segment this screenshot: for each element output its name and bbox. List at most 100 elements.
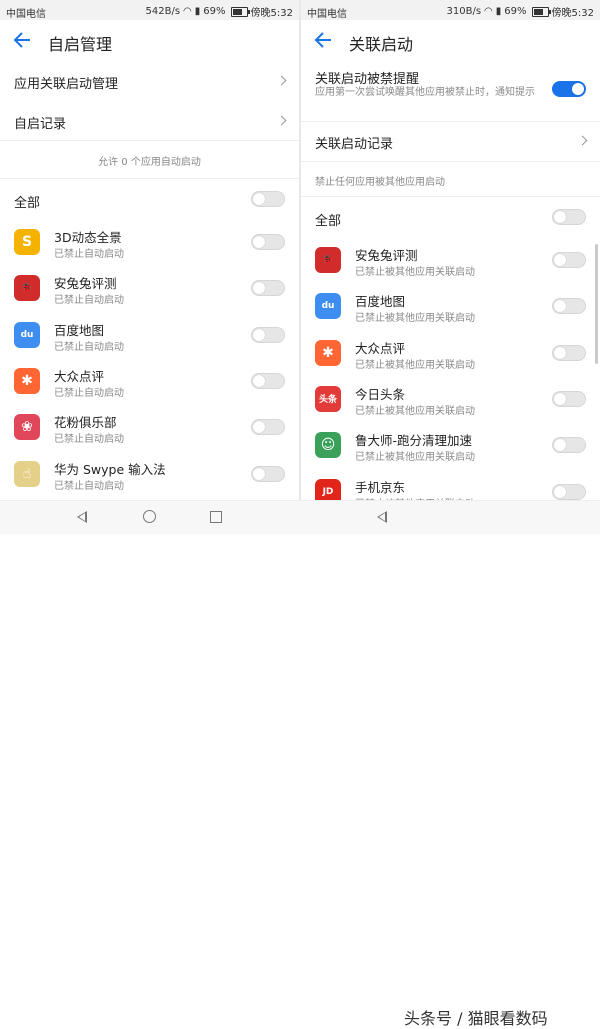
page-title: 自启管理 [48,35,113,54]
battery-icon [230,6,250,17]
ludashi-app-icon: ☺ [315,432,341,459]
autostart-screen: 中国电信 542B/s ◠ ▮ 69% 傍晚5:32 自启管理 应用关联启动管理… [0,0,299,500]
app-toggle[interactable] [552,298,586,315]
back-arrow-icon[interactable] [313,27,335,53]
signal-icon: ▮ [495,6,502,17]
app-status: 已禁止自动启动 [54,295,124,307]
watermark: 头条号 / 猫眼看数码 [404,1009,548,1028]
app-status: 已禁止被其他应用关联启动 [355,359,475,371]
launch-blocked-reminder-row: 关联启动被禁提醒 应用第一次尝试唤醒其他应用被禁止时，通知提示 [301,62,600,120]
associated-launch-screen: 中国电信 310B/s ◠ ▮ 69% 傍晚5:32 关联启动 关联启动被禁提醒… [301,0,600,500]
app-toggle[interactable] [552,344,586,361]
app-row: ☝ 华为 Swype 输入法已禁止自动启动 [0,451,299,497]
carrier-label: 中国电信 [307,9,347,20]
all-apps-toggle[interactable] [251,191,285,207]
antutu-app-icon: 🐞 [14,275,40,302]
app-row: 头条 今日头条已禁止被其他应用关联启动 [301,376,600,422]
status-time: 傍晚5:32 [551,8,594,19]
swype-app-icon: ☝ [14,460,40,487]
app-name: 今日头条 [355,386,406,402]
app-status: 已禁止被其他应用关联启动 [355,405,475,417]
chevron-right-icon [276,75,287,86]
app-row: 🐞 安兔兔评测已禁止自动启动 [0,265,299,311]
app-row: ✱ 大众点评已禁止被其他应用关联启动 [301,330,600,376]
block-all-info: 禁止任何应用被其他应用启动 [315,177,445,188]
baidu-map-app-icon: du [14,321,40,348]
app-toggle[interactable] [251,280,285,297]
app-toggle[interactable] [251,372,285,389]
status-bar: 中国电信 542B/s ◠ ▮ 69% 傍晚5:32 [0,0,299,20]
network-speed: 542B/s [145,6,181,17]
reminder-description: 应用第一次尝试唤醒其他应用被禁止时，通知提示 [315,87,535,98]
app-row: JD手机京东已禁止被其他应用关联启动 [301,469,600,500]
reminder-toggle[interactable] [552,81,586,97]
menu-item-autostart-records[interactable]: 自启记录 [0,101,299,139]
app-toggle[interactable] [251,465,285,482]
all-apps-toggle[interactable] [552,209,586,225]
title-bar: 自启管理 [0,20,299,62]
app-row: ❀ 花粉俱乐部 已禁止自动启动 [0,404,299,450]
dianping-app-icon: ✱ [14,367,40,394]
divider [0,140,299,141]
app-name: 百度地图 [54,322,105,338]
app-name: 鲁大师-跑分清理加速 [355,433,473,449]
app-toggle[interactable] [552,483,586,500]
app-toggle[interactable] [251,326,285,343]
dianping-app-icon: ✱ [315,339,341,366]
divider [301,196,600,197]
app-name: 手机京东 [355,479,406,495]
battery-percent: 69% [203,6,226,17]
app-status: 已禁止自动启动 [54,249,124,260]
app-row: S 3D动态全景 已禁止自动启动 [0,219,299,265]
huafen-club-app-icon: ❀ [14,414,40,441]
nav-back-icon[interactable] [377,511,387,523]
status-time: 傍晚5:32 [250,8,293,19]
app-name: 安兔兔评测 [355,248,418,263]
autostart-count-info: 允许 0 个应用自动启动 [98,157,201,168]
app-toggle[interactable] [552,252,586,268]
app-row: du 百度地图已禁止被其他应用关联启动 [301,283,600,329]
app-toggle[interactable] [251,419,285,436]
3d-panorama-app-icon: S [14,229,40,255]
chevron-right-icon [276,115,287,126]
chevron-right-icon [577,135,588,146]
nav-back-icon[interactable] [77,511,87,523]
signal-icon: ▮ [194,6,201,17]
app-row: du 百度地图 已禁止自动启动 [0,312,299,358]
scrollbar[interactable] [595,244,598,364]
menu-item-launch-records[interactable]: 关联启动记录 [301,122,600,160]
app-name: 安兔兔评测 [54,276,117,292]
nav-recents-icon[interactable] [210,511,222,523]
status-bar: 中国电信 310B/s ◠ ▮ 69% 傍晚5:32 [301,0,600,20]
app-toggle[interactable] [552,437,586,454]
baidu-map-app-icon: du [315,293,341,320]
app-status: 已禁止自动启动 [54,387,124,399]
back-arrow-icon[interactable] [12,27,34,53]
app-name: 花粉俱乐部 [54,415,117,431]
app-name: 百度地图 [355,294,406,310]
app-toggle[interactable] [552,390,586,407]
all-label: 全部 [14,196,41,211]
menu-item-associated-launch[interactable]: 应用关联启动管理 [0,62,299,100]
app-toggle[interactable] [251,234,285,250]
toutiao-app-icon: 头条 [315,385,341,412]
title-bar: 关联启动 [301,20,600,62]
wifi-icon: ◠ [484,6,493,17]
app-status: 已禁止被其他应用关联启动 [355,313,475,325]
page-title: 关联启动 [349,35,414,54]
app-row: 🐞 安兔兔评测 已禁止被其他应用关联启动 [301,237,600,283]
reminder-label: 关联启动被禁提醒 [315,72,420,87]
all-apps-row: 全部 [0,182,299,216]
nav-home-icon[interactable] [143,510,156,523]
all-apps-row: 全部 [301,200,600,234]
wifi-icon: ◠ [183,6,192,17]
divider [301,161,600,162]
navigation-bar: 头条号 / 猫眼看数码 [0,500,600,1028]
app-status: 已禁止被其他应用关联启动 [355,267,475,278]
app-status: 已禁止自动启动 [54,480,124,492]
app-name: 大众点评 [355,340,406,356]
app-name: 大众点评 [54,368,105,384]
menu-item-label: 关联启动记录 [315,137,394,152]
app-name: 华为 Swype 输入法 [54,461,166,477]
battery-percent: 69% [504,6,527,17]
